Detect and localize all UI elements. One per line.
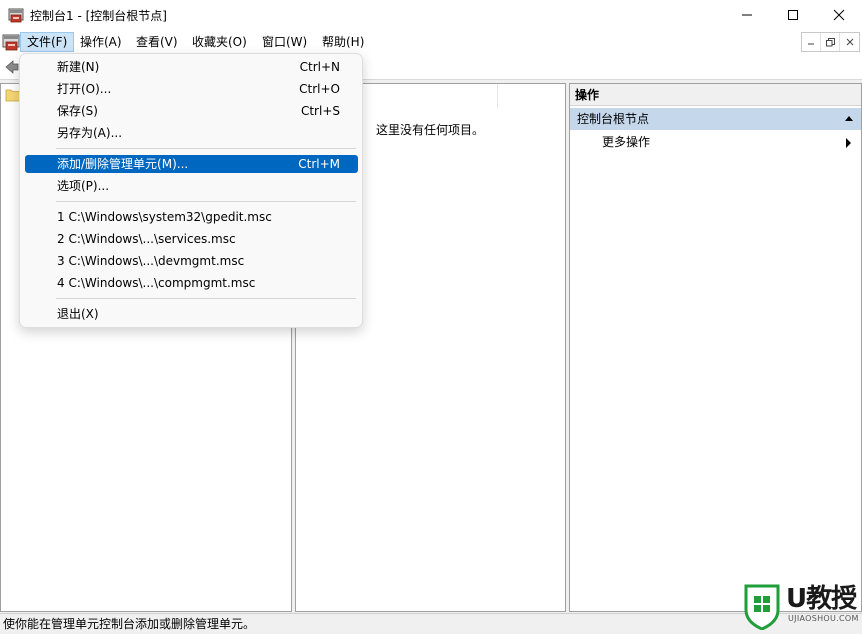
minimize-button[interactable]	[724, 0, 770, 30]
menu-item-shortcut: Ctrl+O	[299, 82, 340, 96]
window-title: 控制台1 - [控制台根节点]	[30, 9, 167, 23]
menu-item-add-remove-snapin[interactable]: 添加/删除管理单元(M)... Ctrl+M	[25, 155, 358, 173]
actions-group-console-root[interactable]: 控制台根节点	[570, 108, 861, 130]
empty-message: 这里没有任何项目。	[376, 123, 485, 137]
actions-header: 操作	[570, 84, 861, 106]
menu-item-save-as[interactable]: 另存为(A)...	[25, 124, 358, 142]
restore-icon	[825, 37, 835, 46]
menu-file[interactable]: 文件(F)	[20, 32, 75, 52]
watermark-subtext: UJIAOSHOU.COM	[788, 614, 859, 623]
menu-item-label: 3 C:\Windows\...\devmgmt.msc	[57, 254, 245, 268]
menu-item-recent-2[interactable]: 2 C:\Windows\...\services.msc	[25, 230, 358, 248]
minimize-icon	[808, 43, 814, 45]
watermark-logo: U教授 UJIAOSHOU.COM	[742, 584, 862, 630]
menu-help[interactable]: 帮助(H)	[316, 32, 370, 52]
mdi-window-controls	[801, 32, 860, 52]
actions-group-label: 控制台根节点	[577, 112, 650, 126]
menu-item-save[interactable]: 保存(S) Ctrl+S	[25, 102, 358, 120]
menu-action[interactable]: 操作(A)	[74, 32, 128, 52]
status-bar: 使你能在管理单元控制台添加或删除管理单元。	[0, 613, 862, 634]
close-icon	[833, 9, 845, 21]
close-button[interactable]	[816, 0, 862, 30]
menu-item-shortcut: Ctrl+N	[299, 60, 340, 74]
menu-item-label: 添加/删除管理单元(M)...	[57, 157, 189, 171]
menu-item-label: 4 C:\Windows\...\compmgmt.msc	[57, 276, 256, 290]
menu-item-label: 退出(X)	[57, 307, 99, 321]
menu-item-label: 选项(P)...	[57, 179, 110, 193]
menu-item-recent-4[interactable]: 4 C:\Windows\...\compmgmt.msc	[25, 274, 358, 292]
menu-separator	[56, 298, 356, 299]
mdi-restore-button[interactable]	[821, 33, 840, 51]
mdi-minimize-button[interactable]	[802, 33, 821, 51]
menu-item-label: 新建(N)	[57, 60, 100, 74]
menu-item-label: 另存为(A)...	[57, 126, 123, 140]
menu-item-label: 2 C:\Windows\...\services.msc	[57, 232, 236, 246]
watermark-text: U教授	[786, 584, 857, 614]
more-actions-item[interactable]: 更多操作	[602, 133, 650, 150]
menu-bar: 文件(F) 操作(A) 查看(V) 收藏夹(O) 窗口(W) 帮助(H)	[0, 30, 862, 54]
menu-favorites[interactable]: 收藏夹(O)	[186, 32, 253, 52]
mmc-app-icon	[8, 8, 24, 23]
menu-item-label: 保存(S)	[57, 104, 98, 118]
title-bar: 控制台1 - [控制台根节点]	[0, 0, 862, 30]
menu-item-label: 打开(O)...	[57, 82, 112, 96]
actions-pane: 操作 控制台根节点 更多操作	[569, 83, 862, 612]
minimize-icon	[742, 14, 752, 16]
menu-item-shortcut: Ctrl+S	[300, 104, 340, 118]
maximize-button[interactable]	[770, 0, 816, 30]
menu-item-options[interactable]: 选项(P)...	[25, 177, 358, 195]
back-arrow-icon[interactable]	[4, 59, 20, 75]
maximize-icon	[788, 10, 798, 20]
menu-item-label: 1 C:\Windows\system32\gpedit.msc	[57, 210, 272, 224]
file-dropdown-menu: 新建(N) Ctrl+N 打开(O)... Ctrl+O 保存(S) Ctrl+…	[19, 53, 363, 328]
menu-item-recent-3[interactable]: 3 C:\Windows\...\devmgmt.msc	[25, 252, 358, 270]
menu-separator	[56, 148, 356, 149]
close-icon	[846, 38, 853, 46]
menu-item-open[interactable]: 打开(O)... Ctrl+O	[25, 80, 358, 98]
menu-separator	[56, 201, 356, 202]
menu-item-recent-1[interactable]: 1 C:\Windows\system32\gpedit.msc	[25, 208, 358, 226]
menu-view[interactable]: 查看(V)	[130, 32, 184, 52]
collapse-arrow-icon[interactable]	[845, 116, 853, 121]
mdi-close-button[interactable]	[840, 33, 859, 51]
menu-item-shortcut: Ctrl+M	[298, 157, 340, 171]
shield-logo-icon	[744, 584, 780, 630]
console-control-icon[interactable]	[2, 33, 20, 51]
submenu-arrow-icon[interactable]	[846, 138, 851, 148]
menu-item-new[interactable]: 新建(N) Ctrl+N	[25, 58, 358, 76]
column-header-divider[interactable]	[497, 84, 498, 108]
menu-item-exit[interactable]: 退出(X)	[25, 305, 358, 323]
menu-window[interactable]: 窗口(W)	[256, 32, 313, 52]
